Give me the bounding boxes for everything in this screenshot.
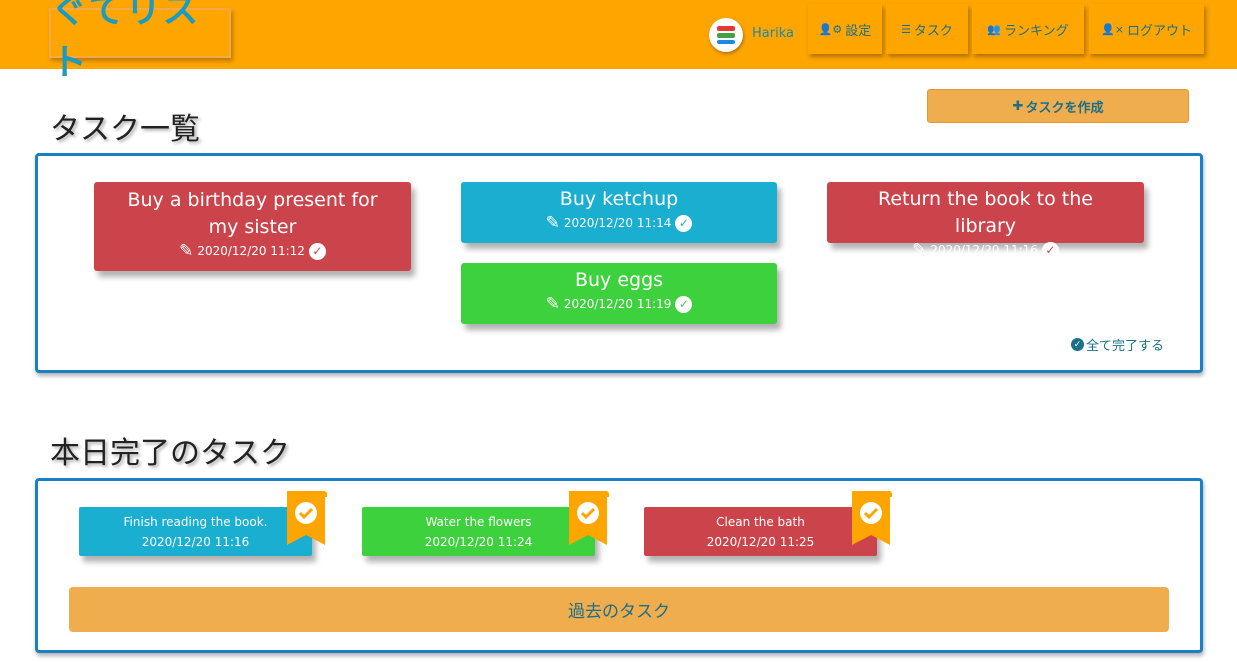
edit-icon[interactable]: ✎ [546, 294, 560, 314]
check-circle-icon[interactable]: ✓ [675, 295, 693, 313]
user-times-icon: 👤× [1101, 22, 1124, 36]
task-title: Buy ketchup [559, 188, 679, 210]
check-circle-icon: ✓ [1071, 338, 1084, 351]
plus-icon: ✚ [1012, 98, 1024, 114]
task-card[interactable]: Buy ketchup ✎ 2020/12/20 11:14 ✓ [461, 182, 777, 243]
task-title: Return the book to the library [878, 188, 1093, 237]
task-datetime: 2020/12/20 11:16 [930, 243, 1038, 257]
username-label: Harika [752, 26, 794, 41]
nav-tasks-button[interactable]: ☰ タスク [886, 4, 968, 54]
user-avatar[interactable] [709, 18, 743, 52]
completed-task-card[interactable]: Water the flowers 2020/12/20 11:24 [362, 507, 595, 556]
completed-task-datetime: 2020/12/20 11:16 [141, 535, 250, 549]
users-icon: 👥 [987, 22, 1002, 36]
check-circle-icon[interactable]: ✓ [1041, 241, 1059, 259]
app-logo[interactable]: ぐてリスト [49, 0, 231, 83]
completed-task-card[interactable]: Clean the bath 2020/12/20 11:25 [644, 507, 877, 556]
task-card[interactable]: Return the book to the library ✎ 2020/12… [827, 182, 1144, 260]
task-list-title: タスク一覧 [50, 112, 200, 147]
completed-task-datetime: 2020/12/20 11:24 [424, 535, 533, 549]
task-datetime: 2020/12/20 11:14 [563, 216, 672, 230]
complete-all-link[interactable]: ✓ 全て完了する [1071, 335, 1164, 354]
nav-settings-button[interactable]: 👤⚙ 設定 [808, 4, 882, 54]
edit-icon[interactable]: ✎ [179, 241, 193, 261]
completed-task-datetime: 2020/12/20 11:25 [706, 535, 815, 549]
create-task-label: タスクを作成 [1025, 100, 1104, 116]
task-card[interactable]: Buy eggs ✎ 2020/12/20 11:19 ✓ [461, 263, 777, 324]
edit-icon[interactable]: ✎ [546, 213, 560, 233]
create-task-button[interactable]: ✚ タスクを作成 [927, 89, 1189, 123]
completed-task-title: Water the flowers [425, 515, 532, 529]
nav-ranking-button[interactable]: 👥 ランキング [972, 4, 1084, 54]
completed-ribbon-icon [569, 491, 609, 545]
check-circle-icon[interactable]: ✓ [308, 242, 326, 260]
check-circle-icon[interactable]: ✓ [675, 214, 693, 232]
nav-settings-label: 設定 [845, 23, 872, 39]
completed-today-title: 本日完了のタスク [50, 436, 290, 471]
user-cog-icon: 👤⚙ [818, 22, 843, 36]
task-title: Buy eggs [574, 269, 664, 291]
completed-ribbon-icon [852, 491, 892, 545]
app-header: ぐてリスト Harika 👤⚙ 設定 ☰ タスク 👥 ランキング 👤× ログアウ… [0, 0, 1237, 83]
completed-task-title: Clean the bath [716, 515, 805, 529]
nav-logout-label: ログアウト [1126, 23, 1192, 39]
nav-tasks-label: タスク [913, 23, 953, 39]
completed-task-title: Finish reading the book. [123, 515, 268, 529]
nav-ranking-label: ランキング [1004, 23, 1069, 39]
edit-icon[interactable]: ✎ [912, 240, 926, 260]
nav-logout-button[interactable]: 👤× ログアウト [1089, 4, 1204, 54]
complete-all-label: 全て完了する [1086, 339, 1165, 354]
task-title: Buy a birthday present for my sister [127, 189, 378, 238]
past-tasks-button[interactable]: 過去のタスク [69, 587, 1169, 632]
task-datetime: 2020/12/20 11:12 [197, 244, 305, 258]
task-datetime: 2020/12/20 11:19 [563, 297, 672, 311]
task-card[interactable]: Buy a birthday present for my sister ✎ 2… [94, 182, 411, 271]
completed-task-card[interactable]: Finish reading the book. 2020/12/20 11:1… [79, 507, 312, 556]
list-icon: ☰ [901, 22, 911, 36]
completed-ribbon-icon [287, 491, 327, 545]
